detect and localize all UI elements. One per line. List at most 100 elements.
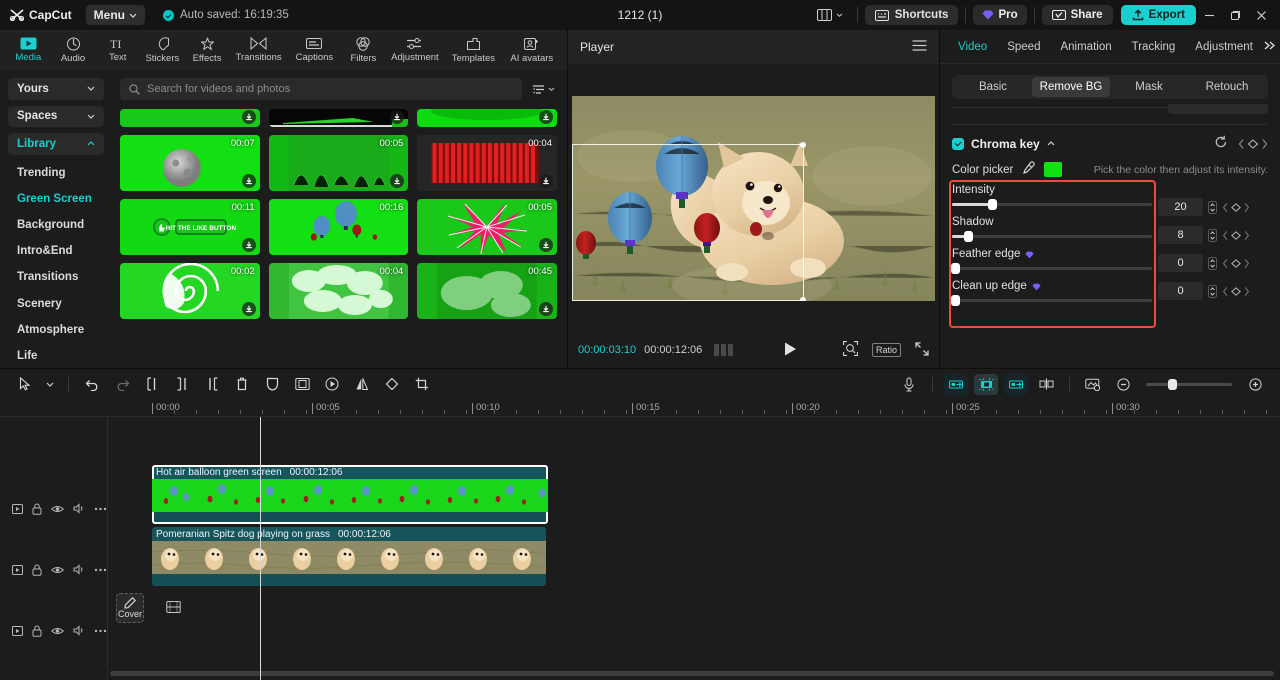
delete-icon[interactable] [227, 371, 257, 397]
preview-canvas[interactable] [572, 95, 935, 301]
search-input[interactable]: Search for videos and photos [120, 78, 522, 100]
play-track-icon[interactable] [12, 625, 23, 636]
media-thumb[interactable]: 00:04 [268, 263, 409, 319]
center-icon[interactable] [1031, 371, 1061, 397]
nav-tab-audio[interactable]: Audio [51, 31, 96, 69]
stepper-icon[interactable] [1208, 200, 1217, 214]
nav-tab-text[interactable]: TI Text [95, 31, 140, 69]
hamburger-icon[interactable] [912, 40, 927, 54]
eye-icon[interactable] [51, 565, 64, 575]
sidebar-item-atmosphere[interactable]: Atmosphere [8, 318, 104, 342]
lock-icon[interactable] [32, 564, 42, 576]
nav-tab-captions[interactable]: Captions [288, 31, 341, 69]
timeline-horizontal-scrollbar[interactable] [110, 671, 1274, 676]
nav-tab-filters[interactable]: Filters [341, 31, 386, 69]
slider-knob[interactable] [964, 231, 973, 242]
cover-button[interactable]: Cover [116, 593, 144, 623]
download-icon[interactable] [241, 302, 256, 316]
transform-selection-box[interactable] [572, 141, 806, 301]
timeline-clip-green-screen[interactable]: Hot air balloon green screen 00:00:12:06 [152, 465, 548, 524]
eyedropper-icon[interactable] [1021, 161, 1036, 178]
subtab-basic[interactable]: Basic [954, 77, 1032, 97]
sidebar-item-intro-end[interactable]: Intro&End [8, 239, 104, 263]
keyframe-icon[interactable] [1222, 202, 1250, 213]
add-track-button[interactable] [166, 600, 181, 617]
filter-button[interactable] [530, 82, 557, 97]
mic-icon[interactable] [894, 371, 924, 397]
media-thumb[interactable]: 00:05 [268, 135, 409, 191]
media-thumb[interactable] [417, 109, 557, 127]
zoom-slider-knob[interactable] [1168, 378, 1177, 390]
sidebar-dropdown-yours[interactable]: Yours [8, 78, 104, 100]
close-button[interactable] [1248, 2, 1274, 28]
download-icon[interactable] [539, 238, 553, 252]
layout-switch-button[interactable] [810, 5, 850, 25]
download-icon[interactable] [241, 174, 256, 188]
chevron-up-icon[interactable] [1047, 141, 1055, 146]
picked-color-swatch[interactable] [1044, 162, 1063, 177]
volume-icon[interactable] [73, 564, 85, 575]
select-tool-icon[interactable] [10, 371, 40, 397]
timeline-ruler[interactable]: 00:00 00:05 00:10 00:15 00:20 00:25 00:3… [0, 399, 1280, 417]
playhead[interactable] [260, 417, 261, 680]
play-track-icon[interactable] [12, 564, 23, 575]
tab-adjustment[interactable]: Adjustment [1185, 30, 1255, 64]
keyframe-icon[interactable] [1222, 286, 1250, 297]
media-thumb[interactable]: 00:04 [417, 135, 557, 191]
crop-icon[interactable] [407, 371, 437, 397]
nav-tab-transitions[interactable]: Transitions [229, 31, 287, 69]
volume-icon[interactable] [73, 625, 85, 636]
mirror-icon[interactable] [347, 371, 377, 397]
split-icon[interactable] [137, 371, 167, 397]
rotate-icon[interactable] [377, 371, 407, 397]
value-input[interactable]: 0 [1158, 282, 1203, 300]
download-icon[interactable] [539, 174, 553, 188]
media-thumb[interactable] [268, 109, 409, 127]
maximize-button[interactable] [1222, 2, 1248, 28]
adsorb-icon[interactable] [1004, 373, 1028, 395]
trim-left-icon[interactable] [167, 371, 197, 397]
stepper-icon[interactable] [1208, 284, 1217, 298]
sidebar-item-life[interactable]: Life [8, 344, 104, 368]
slider-track[interactable] [952, 199, 1152, 210]
speed-icon[interactable] [317, 371, 347, 397]
tab-video[interactable]: Video [948, 30, 997, 64]
freeze-icon[interactable] [257, 371, 287, 397]
undo-icon[interactable] [77, 371, 107, 397]
slider-track[interactable] [952, 231, 1152, 242]
download-icon[interactable] [241, 238, 256, 252]
auto-snap-icon[interactable] [974, 373, 998, 395]
play-track-icon[interactable] [12, 503, 23, 514]
share-button[interactable]: Share [1041, 5, 1113, 25]
slider-knob[interactable] [951, 295, 960, 306]
play-button[interactable] [784, 342, 797, 359]
resize-handle[interactable] [800, 296, 806, 301]
value-input[interactable]: 20 [1158, 198, 1203, 216]
ratio-button[interactable]: Ratio [871, 343, 901, 357]
volume-icon[interactable] [73, 503, 85, 514]
media-thumb[interactable]: HIT THE LIKE BUTTON 00:11 [120, 199, 260, 255]
nav-tab-effects[interactable]: Effects [185, 31, 230, 69]
eye-icon[interactable] [51, 626, 64, 636]
media-thumb[interactable]: 00:07 [120, 135, 260, 191]
redo-icon[interactable] [107, 371, 137, 397]
nav-tab-stickers[interactable]: Stickers [140, 31, 185, 69]
zoom-out-icon[interactable] [1108, 371, 1138, 397]
value-input[interactable]: 8 [1158, 226, 1203, 244]
sidebar-item-trending[interactable]: Trending [8, 161, 104, 185]
slider-track[interactable] [951, 263, 1152, 274]
shortcuts-button[interactable]: Shortcuts [864, 5, 959, 25]
sidebar-item-background[interactable]: Background [8, 213, 104, 237]
sidebar-item-scenery[interactable]: Scenery [8, 291, 104, 315]
zoom-in-icon[interactable] [1240, 371, 1270, 397]
nav-tab-templates[interactable]: Templates [444, 31, 502, 69]
resize-handle[interactable] [800, 141, 806, 148]
sidebar-item-green-screen[interactable]: Green Screen [8, 187, 104, 211]
pro-button[interactable]: Pro [973, 5, 1027, 25]
nav-tab-ai-avatars[interactable]: AI avatars [503, 31, 561, 69]
menu-button[interactable]: Menu [85, 5, 146, 25]
sidebar-dropdown-spaces[interactable]: Spaces [8, 105, 104, 127]
download-icon[interactable] [539, 302, 553, 316]
more-icon[interactable] [94, 568, 107, 572]
link-clip-icon[interactable] [944, 373, 968, 395]
